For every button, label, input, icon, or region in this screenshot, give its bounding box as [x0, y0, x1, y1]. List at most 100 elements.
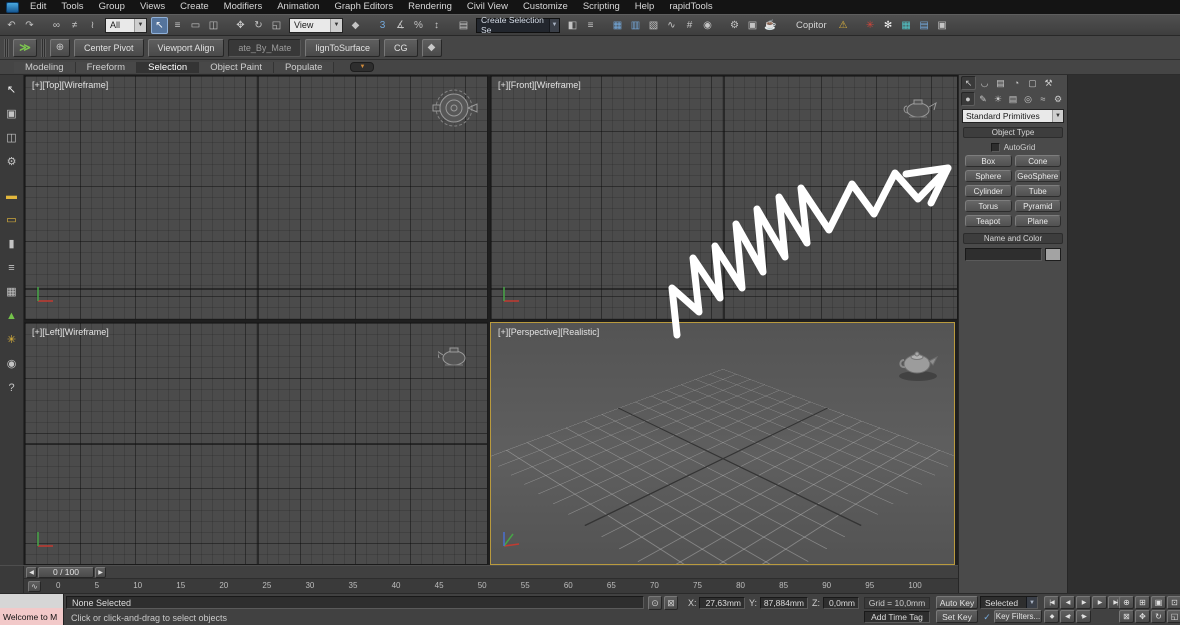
isolate-selection-icon[interactable]: ⊙ — [648, 596, 662, 610]
ribbon-minimize-button[interactable]: ▼ — [350, 62, 374, 72]
object-name-input[interactable] — [965, 248, 1042, 261]
ribbon-tab[interactable]: Populate — [274, 62, 335, 73]
warning-icon[interactable]: ⚠ — [835, 17, 852, 34]
teapot-top-view[interactable] — [432, 88, 478, 128]
go-to-start-icon[interactable]: |◀ — [1044, 596, 1059, 609]
viewport-left[interactable]: [+][Left][Wireframe] — [24, 322, 488, 565]
key-mode-icon[interactable]: ◆ — [1044, 610, 1059, 623]
undo-icon[interactable]: ↶ — [3, 17, 20, 34]
copitor-button[interactable]: Copitor — [789, 20, 834, 31]
zoom-icon[interactable]: ⊕ — [1119, 596, 1134, 609]
curve-editor-icon[interactable]: ∿ — [663, 17, 680, 34]
next-key-icon[interactable]: •▶ — [1076, 610, 1091, 623]
hierarchy-tab-icon[interactable]: ▤ — [993, 76, 1008, 90]
zoom-extents-all-icon[interactable]: ⊡ — [1167, 596, 1180, 609]
ribbon-tab[interactable]: Selection — [137, 62, 199, 73]
teapot-left-view[interactable] — [438, 345, 472, 369]
viewport-perspective[interactable]: [+][Perspective][Realistic] — [490, 322, 955, 565]
pin-tool-icon[interactable]: ◆ — [422, 39, 442, 57]
grid-plugin-2-icon[interactable]: ▤ — [916, 17, 933, 34]
add-time-tag-button[interactable]: Add Time Tag — [864, 611, 930, 623]
primitive-button[interactable]: Cone — [1015, 155, 1062, 167]
viewport-top-label[interactable]: [+][Top][Wireframe] — [32, 80, 108, 90]
graphite-ribbon-icon[interactable]: ▧ — [645, 17, 662, 34]
select-and-scale-icon[interactable]: ◱ — [268, 17, 285, 34]
grid-icon[interactable]: ▦ — [3, 283, 20, 300]
render-production-icon[interactable]: ☕ — [762, 17, 779, 34]
render-setup-icon[interactable]: ⚙ — [726, 17, 743, 34]
prev-frame-icon[interactable]: ◀ — [1060, 596, 1075, 609]
menu-item[interactable]: Civil View — [460, 0, 515, 14]
mini-curve-editor-icon[interactable]: ∿ — [28, 581, 41, 592]
red-plugin-icon[interactable]: ✳ — [862, 17, 879, 34]
zoom-extents-icon[interactable]: ▣ — [1151, 596, 1166, 609]
lights-category-icon[interactable]: ☀ — [991, 92, 1005, 106]
cameras-category-icon[interactable]: ▤ — [1006, 92, 1020, 106]
select-and-move-icon[interactable]: ✥ — [232, 17, 249, 34]
angle-snap-icon[interactable]: ∡ — [392, 17, 409, 34]
auto-key-button[interactable]: Auto Key — [936, 596, 978, 609]
z-coordinate-field[interactable]: 0,0mm — [823, 597, 859, 609]
ribbon-tab[interactable]: Object Paint — [199, 62, 274, 73]
name-color-rollout[interactable]: Name and Color — [963, 233, 1063, 244]
object-type-rollout[interactable]: Object Type — [963, 127, 1063, 138]
schematic-view-icon[interactable]: # — [681, 17, 698, 34]
redo-icon[interactable]: ↷ — [21, 17, 38, 34]
select-and-rotate-icon[interactable]: ↻ — [250, 17, 267, 34]
unlink-selection-icon[interactable]: ≠ — [66, 17, 83, 34]
menu-item[interactable]: Graph Editors — [327, 0, 400, 14]
prev-key-icon[interactable]: ◀• — [1060, 610, 1075, 623]
selection-filter-dropdown[interactable]: All ▼ — [105, 18, 147, 33]
utilities-tab-icon[interactable]: ⚒ — [1041, 76, 1056, 90]
snowflake-plugin-icon[interactable]: ✻ — [880, 17, 897, 34]
toolbar-grip[interactable] — [4, 39, 9, 57]
key-filters-button[interactable]: Key Filters... — [994, 610, 1042, 623]
menu-item[interactable]: Group — [92, 0, 132, 14]
menu-item[interactable]: Modifiers — [217, 0, 270, 14]
primitive-button[interactable]: Sphere — [965, 170, 1012, 182]
rotate-by-material-button[interactable]: ate_By_Mate — [228, 39, 301, 57]
motion-tab-icon[interactable]: ◔ — [1009, 76, 1024, 90]
viewport-front-label[interactable]: [+][Front][Wireframe] — [498, 80, 581, 90]
grid-plugin-icon[interactable]: ▦ — [898, 17, 915, 34]
primitive-button[interactable]: GeoSphere — [1015, 170, 1062, 182]
set-key-button[interactable]: Set Key — [936, 610, 978, 623]
systems-category-icon[interactable]: ⚙ — [1051, 92, 1065, 106]
mirror-icon[interactable]: ◧ — [564, 17, 581, 34]
percent-snap-icon[interactable]: % — [410, 17, 427, 34]
display-tab-icon[interactable]: ▢ — [1025, 76, 1040, 90]
ribbon-tab[interactable]: Modeling — [14, 62, 76, 73]
menu-item[interactable]: Edit — [23, 0, 53, 14]
align-icon[interactable]: ≡ — [582, 17, 599, 34]
time-slider-handle[interactable]: 0 / 100 — [38, 567, 94, 578]
track-bar[interactable]: 0 5 10 15 20 25 30 35 40 45 50 55 60 65 70 75 80 85 90 95 10… — [56, 580, 922, 593]
bulb-icon[interactable]: ◉ — [3, 355, 20, 372]
selection-region-icon[interactable]: ▭ — [187, 17, 204, 34]
help-icon[interactable]: ? — [3, 379, 20, 396]
green-triangle-icon[interactable]: ▲ — [3, 307, 20, 324]
primitive-button[interactable]: Box — [965, 155, 1012, 167]
rendered-frame-icon[interactable]: ▣ — [744, 17, 761, 34]
align-to-surface-button[interactable]: lignToSurface — [305, 39, 380, 57]
primitive-button[interactable]: Plane — [1015, 215, 1062, 227]
play-icon[interactable]: ▶ — [1076, 596, 1091, 609]
select-cursor-icon[interactable]: ↖ — [3, 81, 20, 98]
graphite-ribbon-toggle-icon[interactable]: ≫ — [13, 39, 37, 57]
cg-button[interactable]: CG — [384, 39, 418, 57]
pan-icon[interactable]: ✥ — [1135, 610, 1150, 623]
viewport-perspective-label[interactable]: [+][Perspective][Realistic] — [498, 327, 599, 337]
reference-coordinate-dropdown[interactable]: View ▼ — [289, 18, 343, 33]
zoom-all-icon[interactable]: ⊞ — [1135, 596, 1150, 609]
viewport-left-label[interactable]: [+][Left][Wireframe] — [32, 327, 109, 337]
maximize-viewport-icon[interactable]: ◱ — [1167, 610, 1180, 623]
spinner-snap-icon[interactable]: ↕ — [428, 17, 445, 34]
teapot-perspective[interactable] — [895, 347, 943, 383]
list-icon[interactable]: ≡ — [3, 259, 20, 276]
material-editor-icon[interactable]: ◉ — [699, 17, 716, 34]
window-icon[interactable]: ▣ — [3, 105, 20, 122]
create-tab-icon[interactable]: ↖ — [961, 76, 976, 90]
selection-lock-icon[interactable]: ⊠ — [664, 596, 678, 610]
time-slider-track[interactable]: ◀ 0 / 100 ▶ — [24, 566, 958, 579]
gear-icon[interactable]: ⚙ — [3, 153, 20, 170]
listener-white-row[interactable] — [0, 594, 63, 608]
